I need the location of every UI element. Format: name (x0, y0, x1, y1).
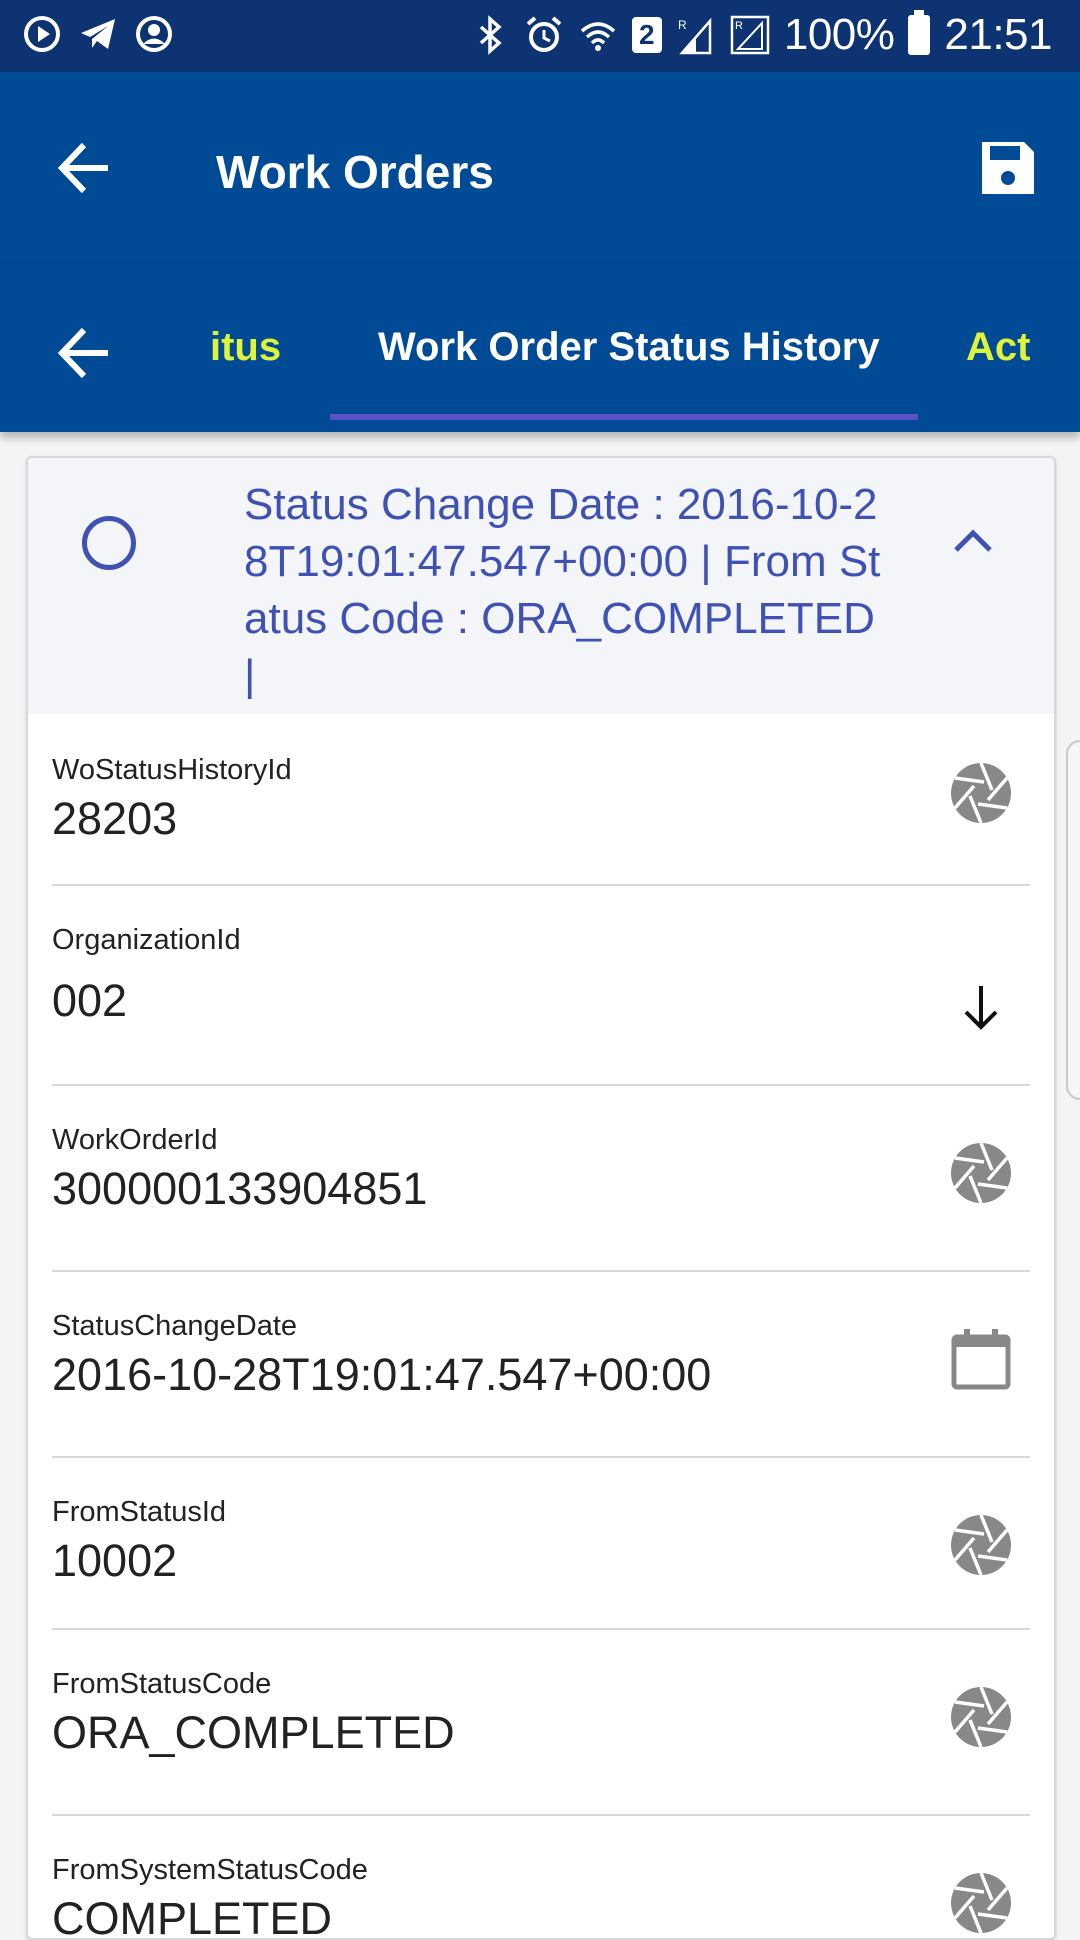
field-from-status-id[interactable]: FromStatusId 10002 (52, 1456, 1030, 1630)
aperture-icon[interactable] (950, 1872, 1012, 1934)
field-label: WorkOrderId (52, 1124, 218, 1156)
signal-icon: R (730, 15, 770, 55)
card-header-text: Status Change Date : 2016-10-28T19:01:47… (244, 480, 881, 700)
battery-icon (908, 10, 931, 55)
alarm-icon (526, 16, 562, 52)
battery-percent: 100% (783, 10, 895, 59)
field-label: OrganizationId (52, 924, 241, 956)
chevron-up-icon[interactable] (948, 516, 998, 566)
page-title: Work Orders (216, 146, 494, 198)
field-label: FromStatusId (52, 1496, 227, 1528)
tab-bar: itus Work Order Status History Act (0, 264, 1080, 432)
field-label: FromStatusCode (52, 1668, 272, 1700)
aperture-icon[interactable] (950, 762, 1012, 824)
tab-back-arrow-icon[interactable] (56, 324, 114, 382)
field-wo-status-history-id[interactable]: WoStatusHistoryId 28203 (52, 714, 1030, 886)
tab-act[interactable]: Act (966, 322, 1030, 372)
field-value[interactable]: ORA_COMPLETED (52, 1706, 455, 1760)
field-organization-id[interactable]: OrganizationId 002 (52, 884, 1030, 1086)
sim-badge: 2 (631, 17, 662, 53)
field-work-order-id[interactable]: WorkOrderId 300000133904851 (52, 1084, 1030, 1272)
svg-text:R: R (678, 18, 687, 32)
field-label: WoStatusHistoryId (52, 754, 292, 786)
aperture-icon[interactable] (950, 1142, 1012, 1204)
select-radio[interactable] (82, 516, 136, 570)
svg-text:R: R (735, 20, 743, 32)
field-from-status-code[interactable]: FromStatusCode ORA_COMPLETED (52, 1628, 1030, 1816)
side-panel-edge[interactable] (1066, 740, 1080, 1100)
save-icon[interactable] (978, 138, 1038, 198)
media-play-icon (24, 16, 60, 52)
aperture-icon[interactable] (950, 1686, 1012, 1748)
status-bar: 2 R R 100% 21:51 (0, 0, 1080, 72)
field-label: FromSystemStatusCode (52, 1854, 368, 1886)
calendar-icon[interactable] (950, 1328, 1012, 1390)
app-bar: Work Orders (0, 72, 1080, 264)
account-circle-icon (136, 16, 172, 52)
field-status-change-date[interactable]: StatusChangeDate 2016-10-28T19:01:47.547+… (52, 1270, 1030, 1458)
back-arrow-icon[interactable] (56, 139, 114, 197)
field-value[interactable]: 300000133904851 (52, 1162, 427, 1216)
tab-indicator (330, 414, 918, 420)
card-header[interactable]: Status Change Date : 2016-10-28T19:01:47… (28, 458, 1054, 714)
field-value[interactable]: 2016-10-28T19:01:47.547+00:00 (52, 1348, 711, 1402)
wifi-icon (580, 22, 615, 51)
signal-icon: R (678, 17, 712, 55)
field-value[interactable]: COMPLETED (52, 1892, 332, 1938)
field-from-system-status-code[interactable]: FromSystemStatusCode COMPLETED (52, 1814, 1030, 1938)
arrow-down-icon[interactable] (950, 976, 1012, 1038)
telegram-icon (81, 19, 115, 49)
aperture-icon[interactable] (950, 1514, 1012, 1576)
field-value[interactable]: 28203 (52, 792, 177, 846)
tab-work-order-status[interactable]: itus (210, 322, 281, 372)
bluetooth-icon (479, 15, 502, 55)
field-value[interactable]: 10002 (52, 1534, 177, 1588)
field-label: StatusChangeDate (52, 1310, 298, 1342)
field-value[interactable]: 002 (52, 974, 127, 1028)
clock: 21:51 (944, 10, 1052, 59)
status-history-card: Status Change Date : 2016-10-28T19:01:47… (26, 456, 1056, 1940)
tab-work-order-status-history[interactable]: Work Order Status History (378, 322, 880, 372)
